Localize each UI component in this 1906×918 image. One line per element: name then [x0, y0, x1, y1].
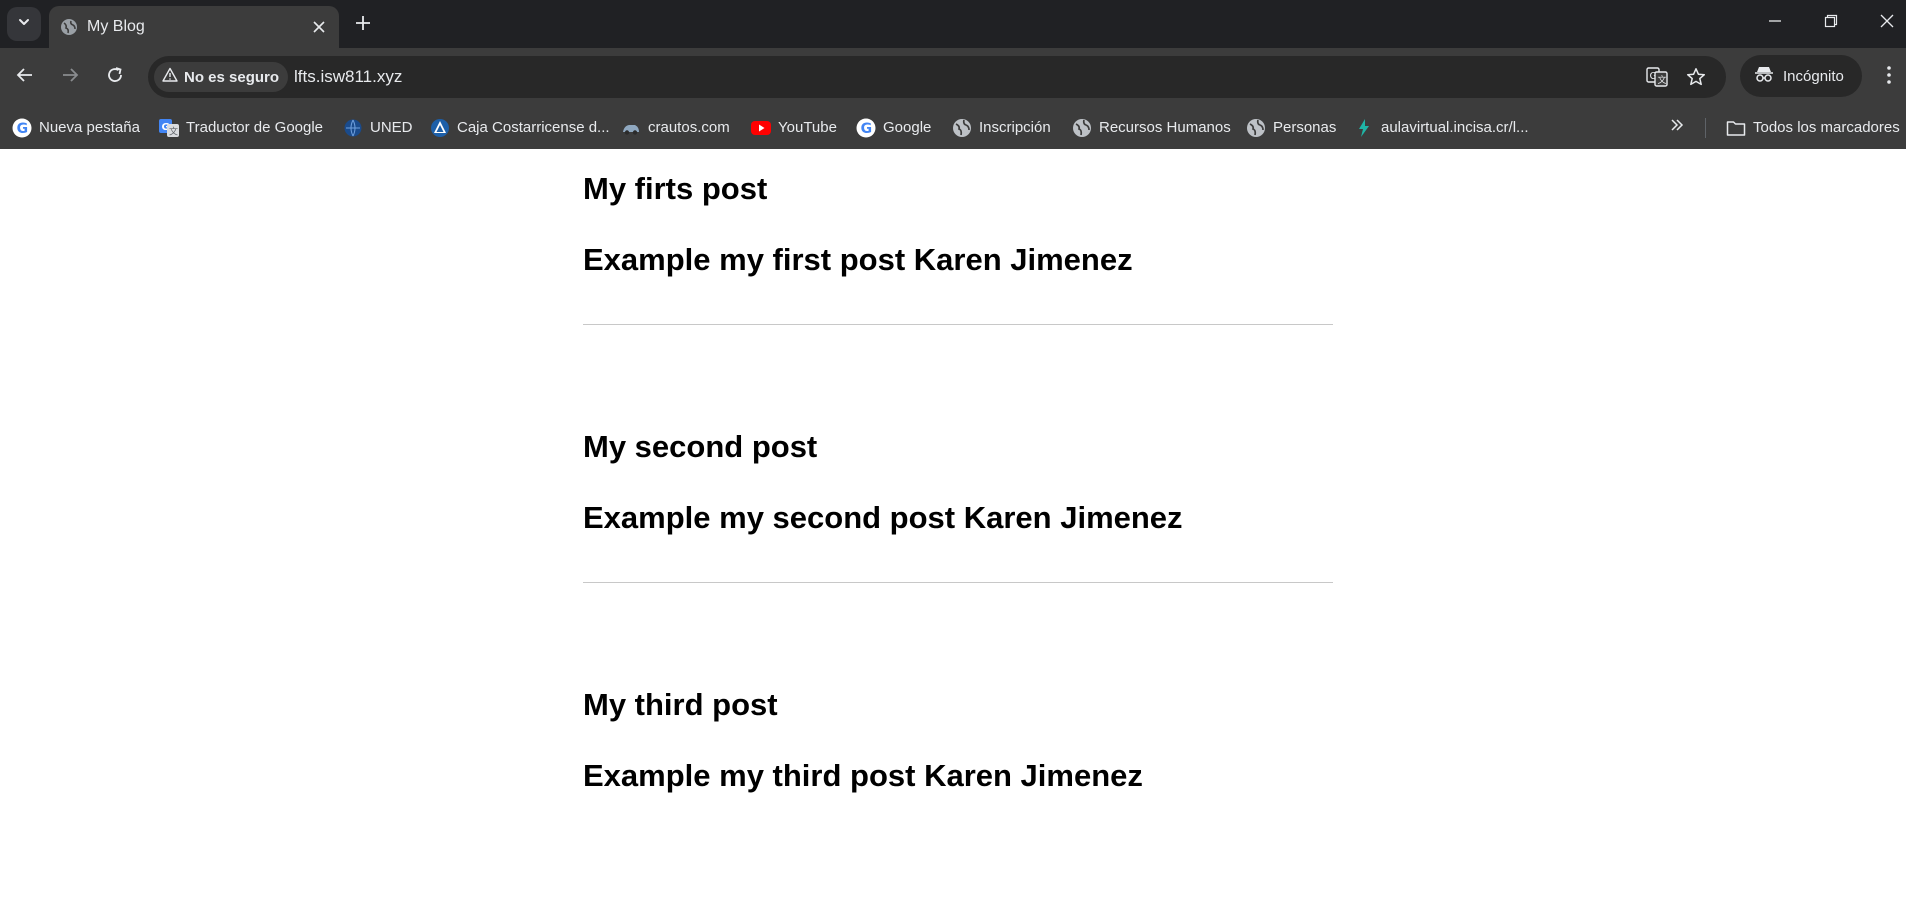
incognito-label: Incógnito	[1783, 67, 1844, 85]
bookmark-label: UNED	[370, 119, 413, 136]
incognito-indicator[interactable]: Incógnito	[1740, 55, 1862, 97]
bookmark-label: aulavirtual.incisa.cr/l...	[1381, 119, 1529, 136]
aulavirtual-icon	[1354, 118, 1374, 138]
bookmark-item[interactable]: YouTube	[751, 114, 837, 141]
bookmarks-bar: G Nueva pestaña G文 Traductor de Google U…	[0, 106, 1906, 149]
plus-icon	[355, 15, 371, 36]
tab-title: My Blog	[87, 18, 145, 35]
bookmark-item[interactable]: Caja Costarricense d...	[430, 114, 610, 141]
globe-icon	[1072, 118, 1092, 138]
translate-icon[interactable]: G文	[1645, 66, 1669, 88]
double-chevron-right-icon	[1670, 118, 1684, 137]
bookmarks-divider	[1705, 118, 1706, 138]
google-icon: G	[12, 118, 32, 138]
ccss-icon	[430, 118, 450, 138]
bookmark-item[interactable]: Recursos Humanos	[1072, 114, 1231, 141]
post: My firts post Example my first post Kare…	[583, 170, 1333, 325]
bookmark-label: YouTube	[778, 119, 837, 136]
address-bar[interactable]: No es seguro lfts.isw811.xyz G文	[148, 56, 1726, 98]
minimize-icon	[1768, 14, 1782, 33]
forward-button[interactable]	[55, 62, 85, 92]
security-label: No es seguro	[184, 68, 280, 86]
toolbar: No es seguro lfts.isw811.xyz G文 Incógnit…	[0, 48, 1906, 106]
post: My second post Example my second post Ka…	[583, 428, 1333, 583]
more-vert-icon	[1886, 65, 1892, 90]
svg-text:G: G	[861, 121, 873, 137]
bookmark-item[interactable]: G文 Traductor de Google	[159, 114, 323, 141]
bookmark-item[interactable]: UNED	[343, 114, 413, 141]
bookmarks-overflow-button[interactable]	[1666, 116, 1688, 138]
globe-icon	[1246, 118, 1266, 138]
bookmark-item[interactable]: G Google	[856, 114, 931, 141]
globe-icon	[60, 18, 78, 36]
youtube-icon	[751, 118, 771, 138]
incognito-icon	[1754, 65, 1774, 88]
bookmark-label: Google	[883, 119, 932, 136]
bookmark-item[interactable]: Personas	[1246, 114, 1336, 141]
bookmark-label: Caja Costarricense d...	[457, 119, 610, 136]
post-title: My second post	[583, 429, 818, 464]
svg-text:文: 文	[1658, 74, 1667, 86]
bookmark-label: Recursos Humanos	[1099, 119, 1231, 136]
google-icon: G	[856, 118, 876, 138]
reload-icon	[106, 66, 124, 89]
post-body: Example my first post Karen Jimenez	[583, 242, 1133, 277]
tab-my-blog[interactable]: My Blog	[49, 6, 339, 48]
url-text[interactable]: lfts.isw811.xyz	[294, 66, 402, 88]
translate-icon: G文	[159, 118, 179, 138]
bookmark-item[interactable]: aulavirtual.incisa.cr/l...	[1354, 114, 1529, 141]
bookmark-label: Personas	[1273, 119, 1337, 136]
svg-text:G: G	[17, 121, 29, 137]
post-title: My firts post	[583, 171, 768, 206]
tab-strip: My Blog	[0, 0, 1906, 48]
post-divider	[583, 324, 1333, 325]
post-body: Example my second post Karen Jimenez	[583, 500, 1183, 535]
arrow-right-icon	[61, 66, 79, 89]
close-tab-icon[interactable]	[309, 17, 329, 37]
browser-menu-button[interactable]	[1876, 62, 1902, 92]
arrow-left-icon	[16, 66, 34, 89]
bookmark-label: Nueva pestaña	[39, 119, 140, 136]
new-tab-button[interactable]	[350, 12, 376, 38]
page-content: My firts post Example my first post Kare…	[0, 149, 1906, 918]
post-divider	[583, 582, 1333, 583]
chevron-down-icon	[17, 15, 31, 34]
post-body: Example my third post Karen Jimenez	[583, 758, 1143, 793]
post-title: My third post	[583, 687, 778, 722]
bookmark-label: Traductor de Google	[186, 119, 324, 136]
warning-icon	[162, 67, 178, 88]
bookmark-label: Inscripción	[979, 119, 1051, 136]
svg-text:文: 文	[169, 125, 178, 137]
post: My third post Example my third post Kare…	[583, 686, 1333, 793]
globe-icon	[952, 118, 972, 138]
crautos-icon	[621, 118, 641, 138]
reload-button[interactable]	[100, 62, 130, 92]
star-icon[interactable]	[1684, 66, 1708, 88]
restore-icon	[1824, 14, 1838, 33]
close-icon	[1880, 14, 1894, 33]
browser-chrome: My Blog No es seguro lfts.isw811.xyz G 文…	[0, 0, 1906, 149]
all-bookmarks-label: Todos los marcadores	[1753, 119, 1900, 136]
bookmark-item[interactable]: G Nueva pestaña	[12, 114, 140, 141]
tab-search-button[interactable]	[7, 7, 41, 41]
restore-button[interactable]	[1811, 8, 1851, 38]
close-window-button[interactable]	[1867, 8, 1906, 38]
bookmark-item[interactable]: crautos.com	[621, 114, 730, 141]
minimize-button[interactable]	[1755, 8, 1795, 38]
folder-icon	[1726, 118, 1746, 138]
back-button[interactable]	[10, 62, 40, 92]
security-indicator[interactable]: No es seguro	[154, 62, 289, 92]
bookmark-label: crautos.com	[648, 119, 730, 136]
all-bookmarks-button[interactable]: Todos los marcadores	[1726, 114, 1900, 141]
uned-icon	[343, 118, 363, 138]
bookmark-item[interactable]: Inscripción	[952, 114, 1051, 141]
